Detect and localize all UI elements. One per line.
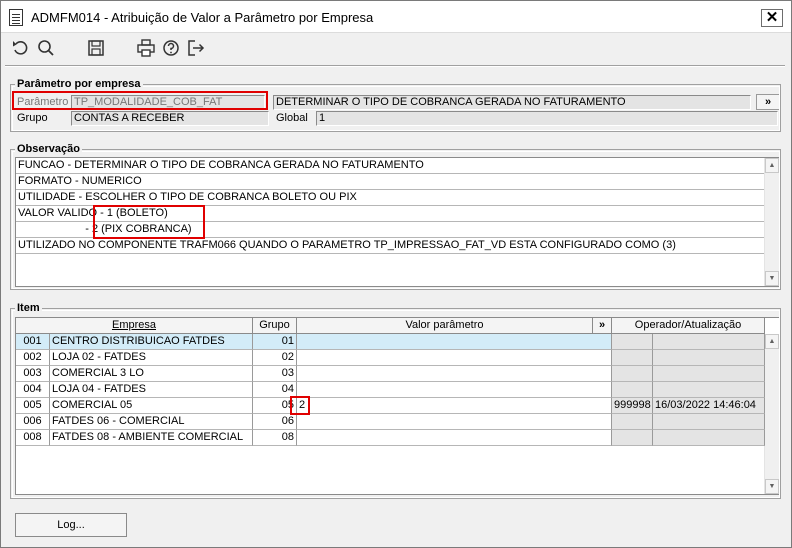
valor-expand-button[interactable]: » (593, 318, 612, 334)
scroll-up-icon[interactable]: ▲ (765, 334, 779, 349)
param-group: Parâmetro por empresa Parâmetro TP_MODAL… (10, 78, 781, 132)
obs-line: FUNCAO - DETERMINAR O TIPO DE COBRANCA G… (16, 158, 765, 174)
scroll-up-icon[interactable]: ▲ (765, 158, 779, 173)
col-header-empresa[interactable]: Empresa (16, 318, 253, 334)
cell-valor[interactable] (297, 382, 612, 398)
cell-atualizacao (653, 366, 765, 382)
obs-line: VALOR VALIDO - 1 (BOLETO) (16, 206, 765, 222)
col-header-grupo[interactable]: Grupo (253, 318, 297, 334)
global-field: 1 (316, 111, 778, 126)
exit-icon[interactable] (185, 37, 207, 59)
obs-line: UTILIDADE - ESCOLHER O TIPO DE COBRANCA … (16, 190, 765, 206)
obs-memo[interactable]: FUNCAO - DETERMINAR O TIPO DE COBRANCA G… (15, 157, 780, 287)
help-icon[interactable] (160, 37, 182, 59)
cell-operador (612, 350, 653, 366)
cell-grupo: 08 (253, 430, 297, 446)
obs-line: - 2 (PIX COBRANCA) (16, 222, 765, 238)
cell-operador (612, 366, 653, 382)
cell-code: 002 (16, 350, 50, 366)
obs-line: FORMATO - NUMERICO (16, 174, 765, 190)
cell-empresa: COMERCIAL 3 LO (50, 366, 253, 382)
cell-valor[interactable] (297, 414, 612, 430)
cell-grupo: 06 (253, 414, 297, 430)
global-label: Global (276, 112, 308, 124)
param-description-field: DETERMINAR O TIPO DE COBRANCA GERADA NO … (273, 95, 751, 110)
cell-code: 001 (16, 334, 50, 350)
grupo-label: Grupo (17, 112, 48, 124)
print-icon[interactable] (135, 37, 157, 59)
cell-grupo: 03 (253, 366, 297, 382)
cell-code: 003 (16, 366, 50, 382)
cell-code: 005 (16, 398, 50, 414)
param-code-field[interactable]: TP_MODALIDADE_COB_FAT (71, 95, 265, 110)
col-header-valor[interactable]: Valor parâmetro (297, 318, 593, 334)
main-window: ADMFM014 - Atribuição de Valor a Parâmet… (0, 0, 792, 548)
cell-grupo: 05 (253, 398, 297, 414)
undo-icon[interactable] (10, 37, 32, 59)
item-scrollbar[interactable]: ▲ ▼ (764, 334, 779, 494)
cell-empresa: LOJA 02 - FATDES (50, 350, 253, 366)
cell-valor[interactable] (297, 430, 612, 446)
cell-code: 004 (16, 382, 50, 398)
save-icon[interactable] (85, 37, 107, 59)
param-group-title: Parâmetro por empresa (15, 78, 143, 90)
toolbar-separator (5, 65, 785, 67)
close-button[interactable]: ✕ (761, 9, 783, 27)
cell-atualizacao (653, 382, 765, 398)
cell-atualizacao (653, 430, 765, 446)
cell-empresa: FATDES 08 - AMBIENTE COMERCIAL (50, 430, 253, 446)
item-grid: Empresa Grupo Valor parâmetro » Operador… (15, 317, 780, 495)
cell-operador (612, 334, 653, 350)
cell-grupo: 02 (253, 350, 297, 366)
param-expand-button[interactable]: » (756, 94, 780, 110)
param-label: Parâmetro (17, 96, 69, 108)
obs-group-title: Observação (15, 143, 82, 155)
cell-empresa: COMERCIAL 05 (50, 398, 253, 414)
document-icon (9, 9, 23, 26)
window-title: ADMFM014 - Atribuição de Valor a Parâmet… (31, 10, 374, 25)
cell-empresa: CENTRO DISTRIBUICAO FATDES (50, 334, 253, 350)
title-bar: ADMFM014 - Atribuição de Valor a Parâmet… (1, 1, 791, 33)
cell-atualizacao (653, 334, 765, 350)
scroll-down-icon[interactable]: ▼ (765, 271, 779, 286)
cell-code: 006 (16, 414, 50, 430)
cell-operador (612, 414, 653, 430)
cell-operador (612, 382, 653, 398)
obs-scrollbar[interactable]: ▲ ▼ (764, 158, 779, 286)
obs-line: UTILIZADO NO COMPONENTE TRAFM066 QUANDO … (16, 238, 765, 254)
cell-atualizacao (653, 350, 765, 366)
search-icon[interactable] (35, 37, 57, 59)
log-button[interactable]: Log... (15, 513, 127, 537)
cell-valor[interactable] (297, 334, 612, 350)
obs-group: Observação FUNCAO - DETERMINAR O TIPO DE… (10, 143, 781, 290)
cell-valor[interactable]: 2 (297, 398, 612, 414)
col-header-empresa-label: Empresa (111, 319, 157, 331)
cell-empresa: LOJA 04 - FATDES (50, 382, 253, 398)
item-group-title: Item (15, 302, 42, 314)
cell-grupo: 01 (253, 334, 297, 350)
scroll-down-icon[interactable]: ▼ (765, 479, 779, 494)
toolbar (1, 34, 791, 62)
col-header-operador[interactable]: Operador/Atualização (612, 318, 765, 334)
cell-valor[interactable] (297, 366, 612, 382)
grupo-field: CONTAS A RECEBER (71, 111, 269, 126)
cell-atualizacao (653, 414, 765, 430)
item-group: Item Empresa Grupo Valor parâmetro » Ope… (10, 302, 781, 499)
cell-grupo: 04 (253, 382, 297, 398)
cell-operador: 999998 (612, 398, 653, 414)
cell-atualizacao: 16/03/2022 14:46:04 (653, 398, 765, 414)
cell-code: 008 (16, 430, 50, 446)
cell-operador (612, 430, 653, 446)
cell-valor[interactable] (297, 350, 612, 366)
cell-empresa: FATDES 06 - COMERCIAL (50, 414, 253, 430)
